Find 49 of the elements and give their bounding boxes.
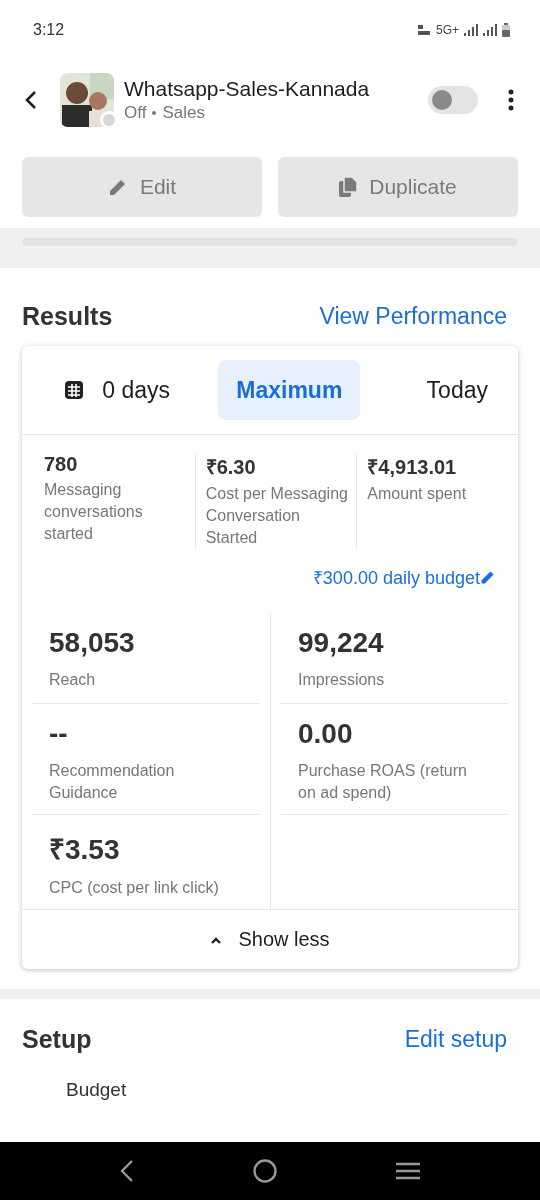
network-type: 5G+ <box>436 23 459 37</box>
home-icon[interactable] <box>252 1158 278 1184</box>
copy-icon <box>339 177 358 197</box>
section-title: Setup <box>22 1024 92 1054</box>
metric-label: Cost per Messaging Conversation Started <box>205 484 349 548</box>
show-less-button[interactable]: Show less <box>22 909 518 969</box>
signal-icon <box>483 24 497 36</box>
campaign-title: Whatsapp-Sales-Kannada <box>124 77 371 101</box>
action-button[interactable]: Duplicate <box>278 157 518 217</box>
status-text: Off <box>124 103 147 123</box>
metric-label: Amount spent <box>367 484 468 504</box>
date-range-tab[interactable]: Today <box>408 360 506 420</box>
signal-icon <box>464 24 478 36</box>
status-time: 3:12 <box>33 21 65 39</box>
action-button[interactable]: Edit <box>22 157 262 217</box>
caret-icon <box>210 935 223 944</box>
toggle-switch[interactable] <box>428 86 478 114</box>
metric-value: 99,224 <box>298 627 385 659</box>
metric-value: ₹4,913.01 <box>367 455 458 480</box>
metric-label: Recommendation Guidance <box>49 761 176 803</box>
calendar-icon[interactable] <box>64 380 84 400</box>
metric-label: Messaging conversations started <box>44 480 144 544</box>
metric-value: 58,053 <box>49 627 136 659</box>
setup-item-label: Budget <box>66 1079 127 1100</box>
metric-value: 780 <box>44 453 79 476</box>
date-range-tab[interactable]: 0 days <box>102 360 170 420</box>
daily-budget-link[interactable]: ₹300.00 daily budget <box>312 565 496 589</box>
metric-value: ₹3.53 <box>49 833 121 867</box>
more-icon[interactable] <box>508 89 514 111</box>
menu-icon[interactable] <box>395 1161 422 1181</box>
metric-value: ₹6.30 <box>205 455 257 480</box>
metric-label: Impressions <box>298 670 386 690</box>
edit-setup-link[interactable]: Edit setup <box>404 1025 507 1053</box>
date-range-tab[interactable]: Maximum <box>218 360 361 420</box>
battery-icon <box>502 23 510 37</box>
separator-dot <box>152 111 157 115</box>
metric-label: Reach <box>49 670 97 690</box>
section-title: Results <box>22 301 113 331</box>
volte-icon <box>417 24 431 36</box>
pencil-icon <box>107 177 128 197</box>
pencil-icon <box>480 569 496 585</box>
back-icon[interactable] <box>24 89 38 111</box>
metric-value: 0.00 <box>298 718 354 750</box>
back-icon[interactable] <box>118 1158 135 1184</box>
metric-label: Purchase ROAS (return on ad spend) <box>298 761 468 803</box>
metric-label: CPC (cost per link click) <box>49 878 220 898</box>
objective-text: Sales <box>162 103 205 123</box>
view-performance-link[interactable]: View Performance <box>319 302 507 330</box>
metric-value: -- <box>49 718 69 750</box>
